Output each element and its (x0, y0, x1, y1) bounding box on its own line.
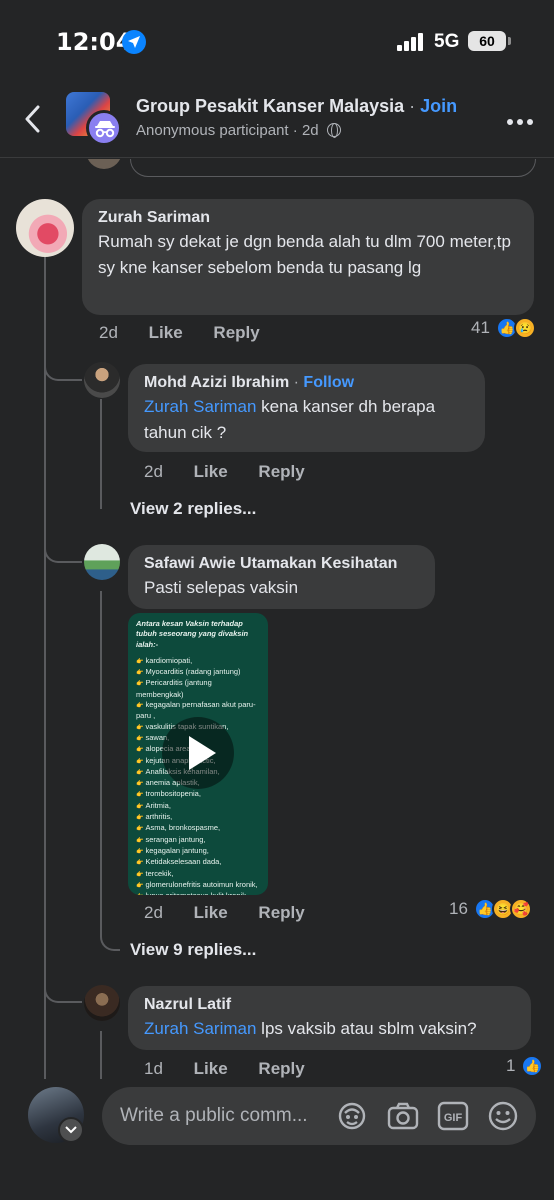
comment-text: Zurah Sariman lps vaksib atau sblm vaksi… (144, 1019, 477, 1038)
comment-bubble: Nazrul Latif Zurah Sariman lps vaksib at… (128, 986, 531, 1050)
battery-icon: 60 (468, 31, 511, 51)
group-avatar[interactable] (66, 92, 122, 146)
anonymous-icon (86, 110, 122, 146)
comment-time: 2d (99, 323, 118, 342)
play-icon[interactable] (162, 717, 234, 789)
comment-text: Pasti selepas vaksin (144, 578, 299, 597)
video-list-item: Ketidakselesaan dada, (136, 857, 260, 868)
view-replies-link[interactable]: View 2 replies... (130, 499, 256, 519)
comment-actions: 2d Like Reply (144, 903, 331, 923)
video-list-item: trombositopenia, (136, 789, 260, 800)
follow-button[interactable]: Follow (303, 374, 354, 391)
comment-bubble-partial (130, 159, 536, 177)
comment-author: Mohd Azizi Ibrahim · Follow (144, 374, 355, 391)
video-list-item: lupus eritematosus kulit kronik, (136, 891, 260, 895)
video-list-item: Pericarditis (jantung membengkak) (136, 678, 260, 700)
back-arrow-icon[interactable] (22, 104, 44, 134)
cellular-signal-icon (397, 33, 423, 51)
reply-button[interactable]: Reply (258, 1059, 304, 1078)
status-bar: 12:04 5G 60 (0, 0, 554, 84)
gif-icon[interactable]: GIF (436, 1100, 470, 1132)
reaction-summary[interactable]: 1 👍 (506, 1055, 544, 1077)
reaction-summary[interactable]: 41 👍 😢 (471, 317, 536, 339)
comment-author[interactable]: Zurah Sariman (98, 209, 518, 227)
comment-author[interactable]: Nazrul Latif (144, 996, 515, 1014)
thread-line (100, 591, 102, 937)
mention-link[interactable]: Zurah Sariman (144, 1019, 256, 1038)
video-attachment[interactable]: Antara kesan Vaksin terhadap tubuh seseo… (128, 613, 268, 895)
video-list-item: Aritmia, (136, 801, 260, 812)
comment-time: 2d (144, 462, 163, 481)
thread-connector (100, 911, 120, 951)
comment-placeholder: Write a public comm... (120, 1105, 308, 1126)
comment-text: Zurah Sariman kena kanser dh berapa tahu… (144, 397, 436, 442)
reply-button[interactable]: Reply (258, 903, 304, 922)
group-title: Group Pesakit Kanser Malaysia · Join (136, 96, 458, 116)
avatar (86, 159, 122, 169)
post-age: 2d (301, 122, 319, 139)
comment-input[interactable]: Write a public comm... GIF (102, 1087, 536, 1145)
comment-author[interactable]: Safawi Awie Utamakan Kesihatan (144, 555, 419, 573)
reply-button[interactable]: Reply (258, 462, 304, 481)
avatar-sticker-icon[interactable] (336, 1100, 368, 1132)
comment-time: 2d (144, 903, 163, 922)
comment-time: 1d (144, 1059, 163, 1078)
reaction-count: 1 (506, 1056, 516, 1075)
comment-bubble: Mohd Azizi Ibrahim · Follow Zurah Sarima… (128, 364, 485, 452)
chevron-down-icon[interactable] (58, 1117, 84, 1143)
location-arrow-icon (122, 30, 146, 54)
avatar[interactable] (16, 199, 74, 257)
care-icon: 🥰 (509, 898, 532, 920)
status-time: 12:04 (56, 28, 133, 56)
video-heading: Antara kesan Vaksin terhadap tubuh seseo… (136, 619, 249, 649)
avatar[interactable] (84, 985, 120, 1021)
video-list-item: arthritis, (136, 812, 260, 823)
emoji-icon[interactable] (486, 1100, 520, 1132)
thread-line (100, 1031, 102, 1079)
thread-connector (44, 965, 82, 1003)
like-button[interactable]: Like (149, 323, 183, 342)
video-list-item: serangan jantung, (136, 835, 260, 846)
comment-actions: 1d Like Reply (144, 1059, 331, 1079)
sad-icon: 😢 (513, 317, 536, 339)
comment-composer: Write a public comm... GIF (0, 1079, 554, 1200)
comment-bubble: Safawi Awie Utamakan Kesihatan Pasti sel… (128, 545, 435, 609)
reply-button[interactable]: Reply (213, 323, 259, 342)
reaction-count: 41 (471, 318, 490, 337)
view-replies-link[interactable]: View 9 replies... (130, 940, 256, 960)
video-list-item: kegagalan jantung, (136, 846, 260, 857)
author-label: Anonymous participant (136, 122, 289, 139)
join-button[interactable]: Join (420, 96, 457, 116)
comment-bubble: Zurah Sariman Rumah sy dekat je dgn bend… (82, 199, 534, 315)
camera-icon[interactable] (386, 1100, 420, 1132)
post-meta: Anonymous participant · 2d (136, 122, 341, 139)
globe-icon (326, 123, 341, 138)
like-icon: 👍 (521, 1055, 544, 1077)
comment-actions: 2d Like Reply (144, 462, 331, 482)
like-button[interactable]: Like (194, 903, 228, 922)
video-list-item: tercekik, (136, 869, 260, 880)
thread-line (100, 399, 102, 509)
mention-link[interactable]: Zurah Sariman (144, 397, 256, 416)
reaction-count: 16 (449, 899, 468, 918)
avatar[interactable] (84, 544, 120, 580)
video-list-item: Myocarditis (radang jantung) (136, 667, 260, 678)
group-name[interactable]: Group Pesakit Kanser Malaysia (136, 96, 404, 116)
video-list-item: Asma, bronkospasme, (136, 823, 260, 834)
network-type: 5G (434, 31, 460, 52)
thread-connector (44, 525, 82, 563)
video-list-item: glomerulonefritis autoimun kronik, (136, 880, 260, 891)
video-list-item: kardiomiopati, (136, 656, 260, 667)
like-button[interactable]: Like (194, 462, 228, 481)
comment-actions: 2d Like Reply (99, 323, 286, 343)
comment-text: Rumah sy dekat je dgn benda alah tu dlm … (98, 232, 511, 277)
thread-connector (44, 343, 82, 381)
svg-text:GIF: GIF (444, 1112, 463, 1124)
like-button[interactable]: Like (194, 1059, 228, 1078)
more-options-icon[interactable] (506, 118, 534, 126)
comments-list[interactable]: Zurah Sariman Rumah sy dekat je dgn bend… (0, 159, 554, 1079)
reaction-summary[interactable]: 16 👍 😆 🥰 (449, 898, 532, 920)
post-header: Group Pesakit Kanser Malaysia · Join Ano… (0, 84, 554, 158)
avatar[interactable] (84, 362, 120, 398)
